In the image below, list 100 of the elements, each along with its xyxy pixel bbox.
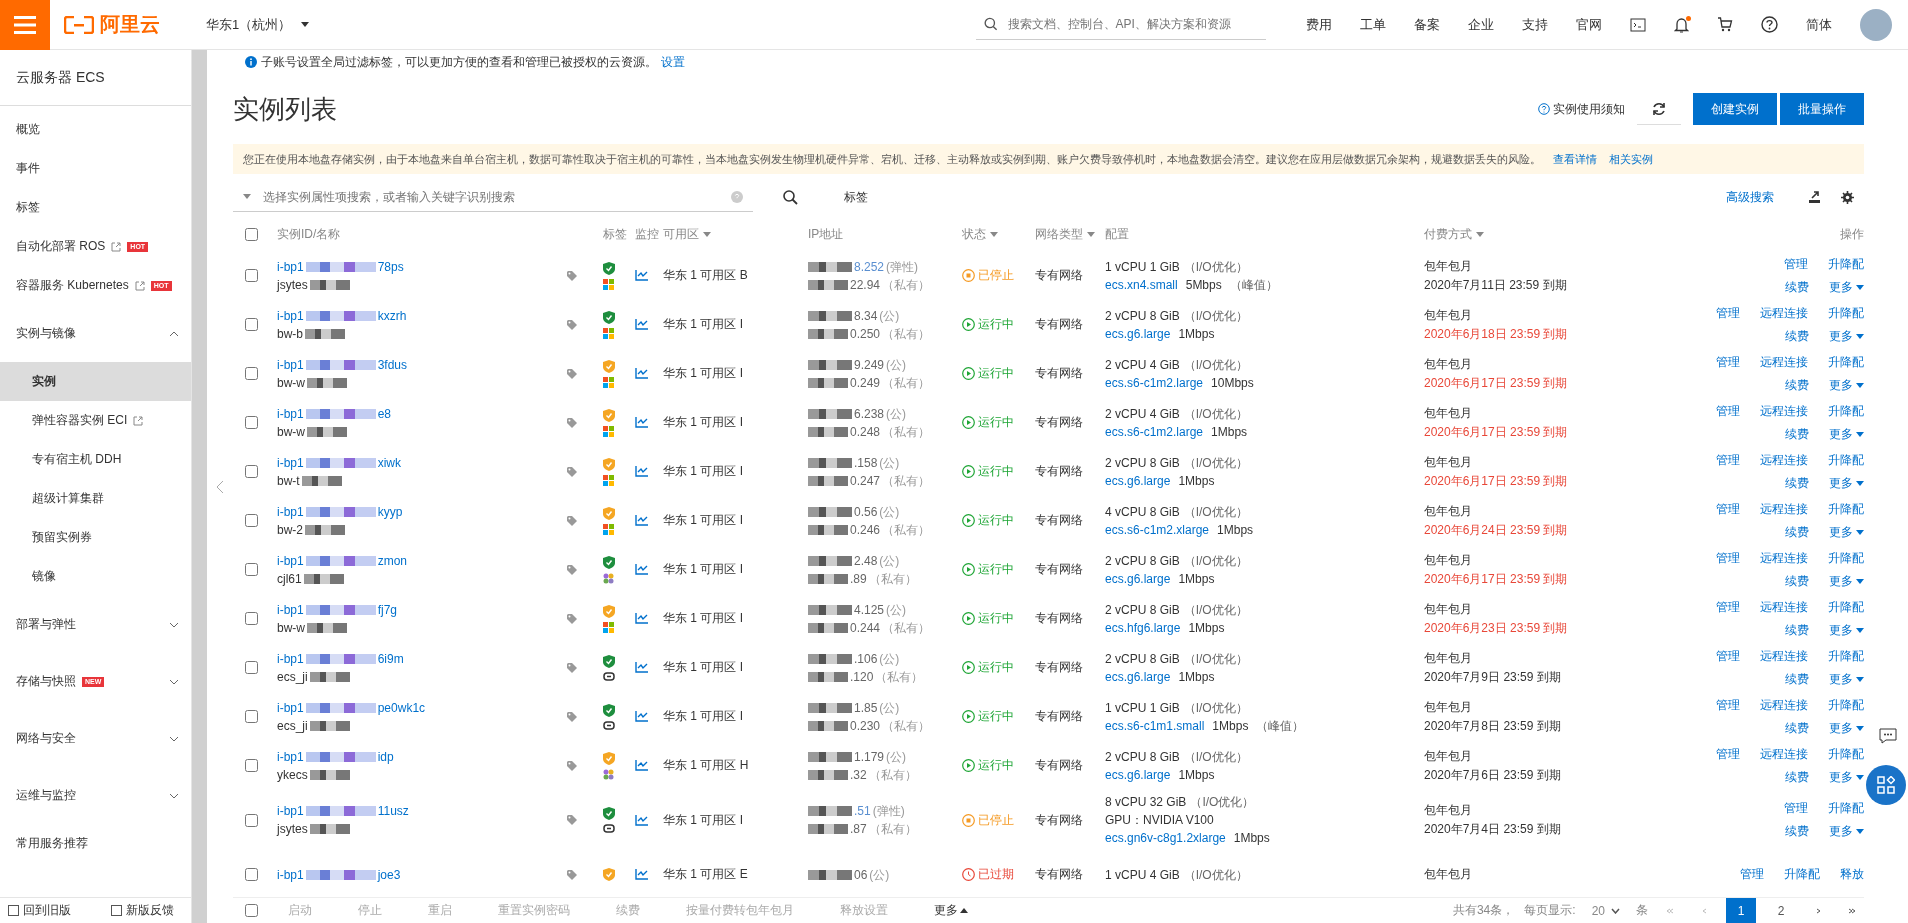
action-link[interactable]: 升降配 bbox=[1784, 866, 1820, 883]
chart-icon[interactable] bbox=[635, 319, 648, 330]
action-link[interactable]: 远程连接 bbox=[1760, 647, 1808, 665]
action-link[interactable]: 续费 bbox=[1785, 572, 1809, 590]
row-checkbox[interactable] bbox=[245, 710, 258, 723]
action-link[interactable]: 续费 bbox=[1785, 474, 1809, 492]
action-link[interactable]: 释放 bbox=[1840, 866, 1864, 883]
action-link[interactable]: 续费 bbox=[1785, 425, 1809, 443]
sidebar-item[interactable]: 概览 bbox=[0, 110, 191, 149]
tag-icon[interactable] bbox=[567, 662, 579, 673]
sidebar-item[interactable]: 专有宿主机 DDH bbox=[0, 440, 191, 479]
menu-button[interactable] bbox=[0, 0, 50, 50]
action-link[interactable]: 远程连接 bbox=[1760, 353, 1808, 371]
column-header[interactable]: 网络类型 bbox=[1035, 226, 1105, 243]
row-checkbox[interactable] bbox=[245, 318, 258, 331]
sidebar-group[interactable]: 网络与安全 bbox=[0, 710, 191, 767]
page-button[interactable]: 1 bbox=[1726, 897, 1756, 923]
terminal-icon[interactable] bbox=[1630, 17, 1646, 32]
sidebar-item[interactable]: 镜像 bbox=[0, 557, 191, 596]
instance-id-link[interactable]: pe0wk1c bbox=[377, 699, 426, 716]
action-link[interactable]: 管理 bbox=[1716, 451, 1740, 469]
tag-icon[interactable] bbox=[567, 869, 579, 880]
action-link[interactable]: 管理 bbox=[1716, 647, 1740, 665]
instance-id-link[interactable]: xiwk bbox=[377, 454, 402, 471]
row-checkbox[interactable] bbox=[245, 367, 258, 380]
chart-icon[interactable] bbox=[635, 760, 648, 771]
tag-icon[interactable] bbox=[567, 613, 579, 624]
action-link[interactable]: 远程连接 bbox=[1760, 500, 1808, 518]
tag-icon[interactable] bbox=[567, 417, 579, 428]
cart-icon[interactable] bbox=[1717, 17, 1733, 32]
action-link[interactable]: 远程连接 bbox=[1760, 745, 1808, 763]
row-checkbox[interactable] bbox=[245, 813, 258, 827]
action-link[interactable]: 升降配 bbox=[1828, 745, 1864, 763]
instance-id-link[interactable]: i-bp1 bbox=[277, 601, 304, 618]
instance-id-link[interactable]: i-bp1 bbox=[277, 748, 304, 765]
action-link[interactable]: 更多 bbox=[1829, 425, 1864, 443]
sidebar-item[interactable]: 事件 bbox=[0, 149, 191, 188]
instance-id-link[interactable]: 11usz bbox=[377, 803, 409, 819]
search-icon[interactable] bbox=[783, 189, 798, 205]
instance-id-link[interactable]: i-bp1 bbox=[277, 405, 304, 422]
action-link[interactable]: 远程连接 bbox=[1760, 696, 1808, 714]
action-link[interactable]: 续费 bbox=[1785, 823, 1809, 840]
instance-type-link[interactable]: ecs.g6.large bbox=[1105, 766, 1171, 783]
action-link[interactable]: 更多 bbox=[1829, 670, 1864, 688]
action-link[interactable]: 升降配 bbox=[1828, 353, 1864, 371]
instance-type-link[interactable]: ecs.s6-c1m2.large bbox=[1105, 374, 1204, 391]
action-link[interactable]: 续费 bbox=[1785, 719, 1809, 737]
action-link[interactable]: 升降配 bbox=[1828, 598, 1864, 616]
row-checkbox[interactable] bbox=[245, 514, 258, 527]
action-link[interactable]: 升降配 bbox=[1828, 255, 1864, 273]
action-link[interactable]: 更多 bbox=[1829, 621, 1864, 639]
instance-type-link[interactable]: ecs.g6.large bbox=[1105, 668, 1171, 685]
instance-id-link[interactable]: kxzrh bbox=[377, 307, 407, 324]
action-link[interactable]: 续费 bbox=[1785, 621, 1809, 639]
tag-filter-label[interactable]: 标签 bbox=[844, 188, 868, 206]
action-link[interactable]: 升降配 bbox=[1828, 800, 1864, 817]
chart-icon[interactable] bbox=[635, 466, 648, 477]
sidebar-group[interactable]: 运维与监控 bbox=[0, 767, 191, 824]
row-checkbox[interactable] bbox=[245, 612, 258, 625]
chart-icon[interactable] bbox=[635, 270, 648, 281]
action-link[interactable]: 更多 bbox=[1829, 327, 1864, 345]
sidebar-group[interactable]: 实例与镜像 bbox=[0, 305, 191, 362]
language-link[interactable]: 简体 bbox=[1806, 15, 1832, 34]
search-field[interactable]: 搜索文档、控制台、API、解决方案和资源 bbox=[976, 9, 1266, 40]
action-link[interactable]: 更多 bbox=[1829, 719, 1864, 737]
top-nav-link[interactable]: 备案 bbox=[1414, 15, 1440, 34]
tag-icon[interactable] bbox=[567, 564, 579, 575]
instance-type-link[interactable]: ecs.s6-c1m2.xlarge bbox=[1105, 521, 1210, 538]
collapse-icon[interactable] bbox=[216, 479, 224, 494]
action-link[interactable]: 远程连接 bbox=[1760, 304, 1808, 322]
top-nav-link[interactable]: 支持 bbox=[1522, 15, 1548, 34]
advanced-search-link[interactable]: 高级搜索 bbox=[1726, 188, 1774, 206]
sidebar-item[interactable]: 超级计算集群 bbox=[0, 479, 191, 518]
action-link[interactable]: 远程连接 bbox=[1760, 549, 1808, 567]
settings-icon[interactable] bbox=[1841, 190, 1854, 204]
top-nav-link[interactable]: 费用 bbox=[1306, 15, 1332, 34]
chat-button[interactable] bbox=[1876, 725, 1900, 747]
row-checkbox[interactable] bbox=[245, 759, 258, 772]
action-link[interactable]: 更多 bbox=[1829, 523, 1864, 541]
instance-id-link[interactable]: i-bp1 bbox=[277, 258, 304, 275]
tag-icon[interactable] bbox=[567, 270, 579, 281]
sidebar-group[interactable]: 部署与弹性 bbox=[0, 596, 191, 653]
chart-icon[interactable] bbox=[635, 711, 648, 722]
chart-icon[interactable] bbox=[635, 417, 648, 428]
action-link[interactable]: 更多 bbox=[1829, 572, 1864, 590]
top-nav-link[interactable]: 工单 bbox=[1360, 15, 1386, 34]
action-link[interactable]: 升降配 bbox=[1828, 549, 1864, 567]
action-link[interactable]: 续费 bbox=[1785, 670, 1809, 688]
instance-type-link[interactable]: ecs.s6-c1m1.small bbox=[1105, 717, 1205, 734]
instance-id-link[interactable]: i-bp1 bbox=[277, 307, 304, 324]
bell-icon[interactable] bbox=[1674, 16, 1689, 33]
instance-id-link[interactable]: fj7g bbox=[377, 601, 398, 618]
page-button[interactable]: 2 bbox=[1766, 897, 1796, 923]
row-checkbox[interactable] bbox=[245, 563, 258, 576]
settings-link[interactable]: 设置 bbox=[661, 53, 685, 71]
instance-id-link[interactable]: i-bp1 bbox=[277, 699, 304, 716]
action-link[interactable]: 管理 bbox=[1716, 402, 1740, 420]
action-link[interactable]: 管理 bbox=[1716, 304, 1740, 322]
sidebar-item[interactable]: 常用服务推荐 bbox=[0, 824, 191, 863]
instance-id-link[interactable]: zmon bbox=[377, 552, 408, 569]
